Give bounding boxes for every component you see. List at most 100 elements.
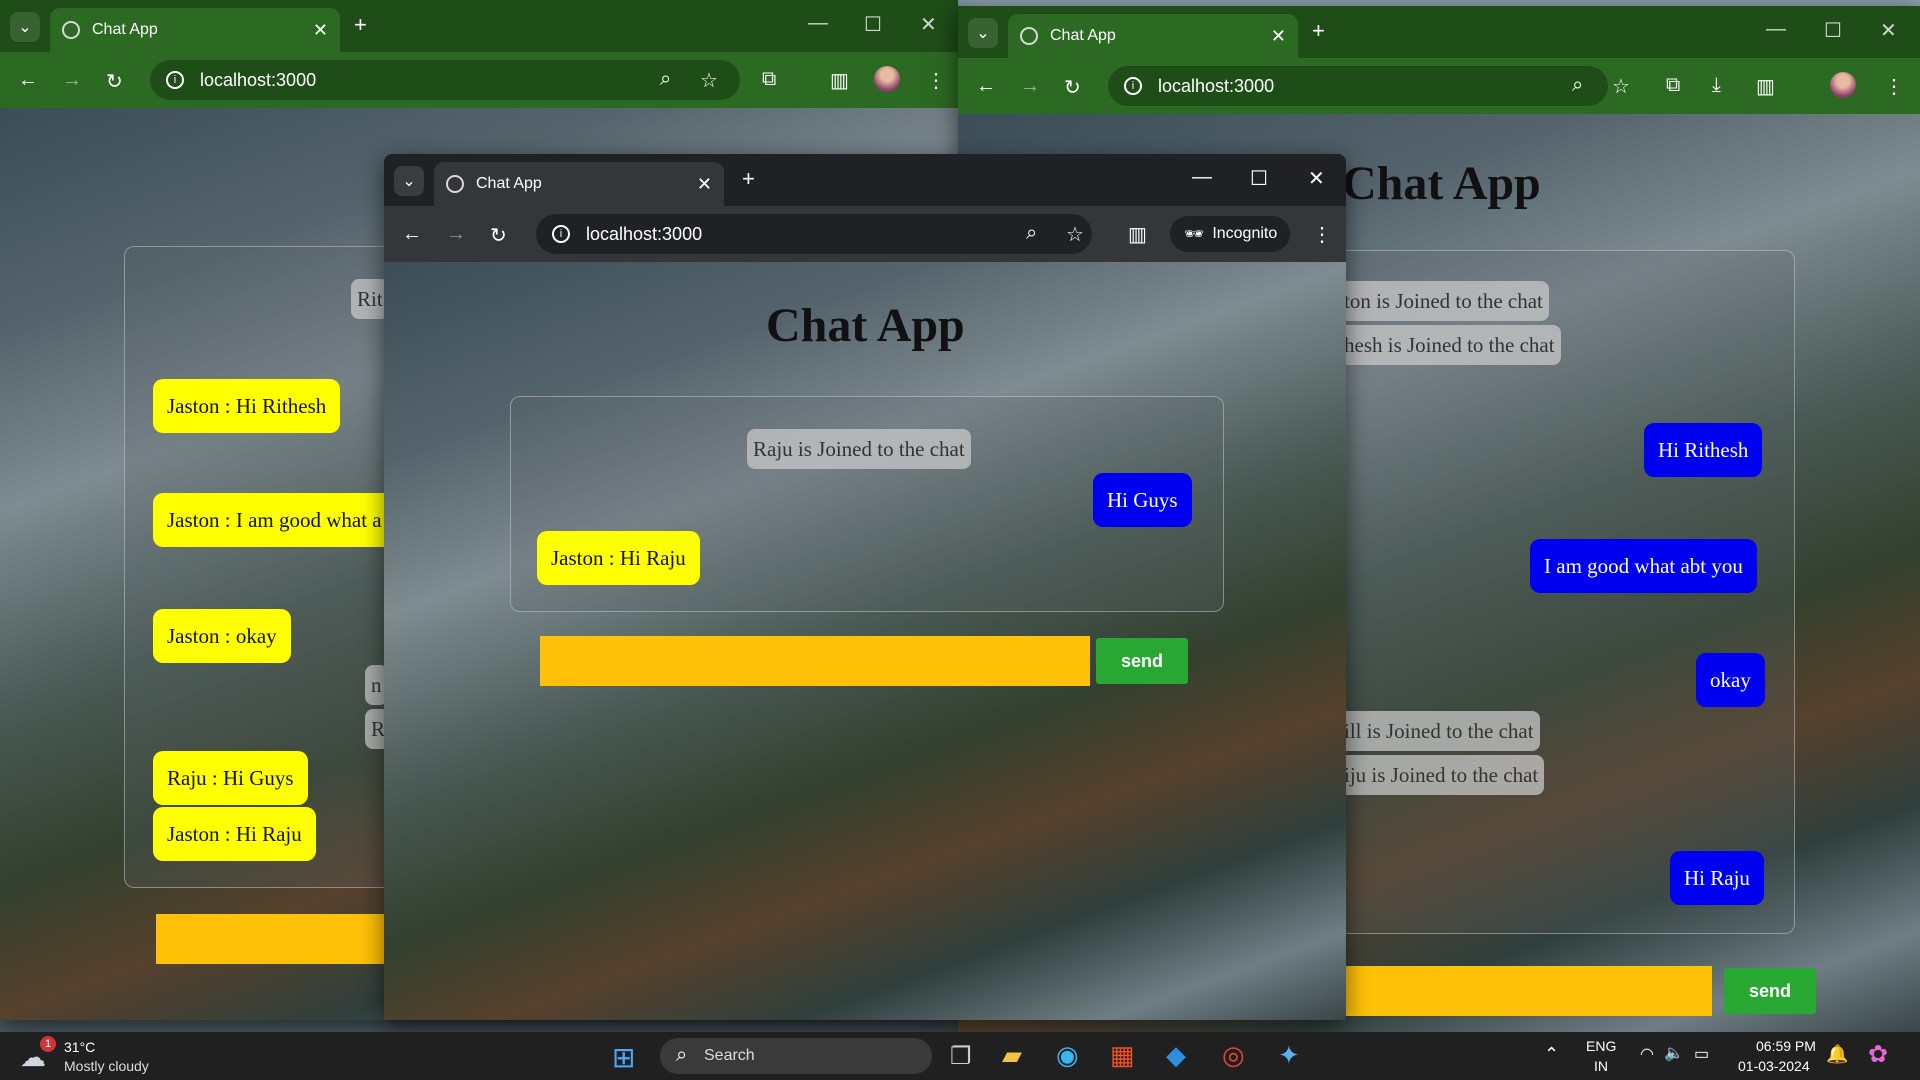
extensions-icon[interactable]: ⧉ — [762, 68, 776, 91]
battery-icon[interactable]: ▭ — [1694, 1044, 1709, 1064]
start-icon[interactable]: ⊞ — [612, 1041, 635, 1074]
address-bar[interactable]: i localhost:3000 — [150, 60, 740, 100]
reload-icon[interactable]: ↻ — [106, 69, 123, 94]
weather-widget[interactable]: ☁ 1 31°C Mostly cloudy — [20, 1036, 170, 1076]
bookmark-star-icon[interactable]: ☆ — [1612, 74, 1630, 99]
page-title: Chat App — [1342, 157, 1541, 210]
site-info-icon[interactable]: i — [1124, 77, 1142, 95]
bookmark-star-icon[interactable]: ☆ — [700, 68, 718, 93]
profile-avatar[interactable] — [1830, 72, 1856, 98]
close-tab-icon[interactable]: ✕ — [1271, 26, 1286, 47]
reload-icon[interactable]: ↻ — [490, 223, 507, 248]
taskbar-search[interactable]: ⌕ Search — [660, 1038, 932, 1074]
toolbar: ← → ↻ i localhost:3000 ⌕ ☆ ▥ 🕶 Incognito… — [384, 206, 1346, 262]
close-tab-icon[interactable]: ✕ — [697, 174, 712, 195]
clock-date[interactable]: 01-03-2024 — [1738, 1058, 1810, 1074]
site-info-icon[interactable]: i — [166, 71, 184, 89]
back-icon[interactable]: ← — [18, 69, 38, 92]
incognito-badge[interactable]: 🕶 Incognito — [1170, 216, 1290, 252]
side-panel-icon[interactable]: ▥ — [1756, 74, 1775, 99]
extensions-icon[interactable]: ⧉ — [1666, 74, 1680, 97]
forward-icon[interactable]: → — [446, 223, 466, 246]
close-window-button[interactable]: ✕ — [1308, 166, 1325, 191]
weather-desc: Mostly cloudy — [64, 1058, 149, 1074]
new-tab-button[interactable]: + — [742, 166, 755, 192]
close-window-button[interactable]: ✕ — [1880, 18, 1897, 43]
clock-time[interactable]: 06:59 PM — [1756, 1038, 1816, 1054]
address-bar[interactable]: i localhost:3000 — [1108, 66, 1608, 106]
copilot-icon[interactable]: ✿ — [1868, 1040, 1888, 1069]
new-tab-button[interactable]: + — [1312, 18, 1325, 44]
volume-icon[interactable]: 🔈 — [1664, 1043, 1684, 1063]
file-explorer-icon[interactable]: ▰ — [1002, 1040, 1022, 1071]
menu-icon[interactable]: ⋮ — [926, 68, 946, 93]
profile-avatar[interactable] — [874, 66, 900, 92]
maximize-button[interactable]: ☐ — [1824, 18, 1842, 43]
tab-search-button[interactable]: ⌄ — [10, 12, 40, 42]
tab-search-button[interactable]: ⌄ — [394, 166, 424, 196]
globe-icon — [446, 175, 464, 193]
browser-window-incognito: ⌄ Chat App ✕ + — ☐ ✕ ← → ↻ i localhost:3… — [384, 154, 1346, 1020]
tab-title: Chat App — [92, 21, 158, 38]
message-bubble: Jaston : okay — [153, 609, 291, 663]
back-icon[interactable]: ← — [402, 223, 422, 246]
title-bar: ⌄ Chat App ✕ + — ☐ ✕ — [0, 0, 958, 52]
language-bottom[interactable]: IN — [1594, 1058, 1608, 1074]
side-panel-icon[interactable]: ▥ — [830, 68, 849, 93]
minimize-button[interactable]: — — [808, 12, 828, 35]
browser-tab[interactable]: Chat App ✕ — [1008, 14, 1298, 58]
forward-icon[interactable]: → — [1020, 75, 1040, 98]
weather-badge: 1 — [40, 1036, 56, 1052]
address-bar[interactable]: i localhost:3000 — [536, 214, 1092, 254]
close-tab-icon[interactable]: ✕ — [313, 20, 328, 41]
page-title: Chat App — [766, 299, 965, 352]
minimize-button[interactable]: — — [1766, 18, 1786, 41]
browser-tab[interactable]: Chat App ✕ — [434, 162, 724, 206]
tab-search-button[interactable]: ⌄ — [968, 18, 998, 48]
maximize-button[interactable]: ☐ — [1250, 166, 1268, 191]
menu-icon[interactable]: ⋮ — [1312, 222, 1332, 247]
new-tab-button[interactable]: + — [354, 12, 367, 38]
edge-icon[interactable]: ◉ — [1056, 1040, 1079, 1071]
store-icon[interactable]: ▦ — [1110, 1040, 1135, 1071]
minimize-button[interactable]: — — [1192, 166, 1212, 189]
task-view-icon[interactable]: ❐ — [950, 1042, 972, 1071]
close-window-button[interactable]: ✕ — [920, 12, 937, 37]
side-panel-icon[interactable]: ▥ — [1128, 222, 1147, 247]
page-content: Chat App Raju is Joined to the chat Hi G… — [384, 262, 1346, 1020]
chrome-icon[interactable]: ◎ — [1222, 1040, 1245, 1071]
url-text: localhost:3000 — [200, 69, 317, 90]
message-bubble: I am good what abt you — [1530, 539, 1757, 593]
menu-icon[interactable]: ⋮ — [1884, 74, 1904, 99]
chevron-up-icon[interactable]: ⌃ — [1544, 1044, 1559, 1065]
title-bar: ⌄ Chat App ✕ + — ☐ ✕ — [958, 6, 1920, 58]
message-bubble: ton is Joined to the chat — [1338, 281, 1549, 321]
message-bubble: Raju : Hi Guys — [153, 751, 308, 805]
message-bubble: hesh is Joined to the chat — [1338, 325, 1561, 365]
title-bar: ⌄ Chat App ✕ + — ☐ ✕ — [384, 154, 1346, 206]
site-info-icon[interactable]: i — [552, 225, 570, 243]
send-button[interactable]: send — [1724, 968, 1816, 1014]
notification-bell-icon[interactable]: 🔔 — [1826, 1044, 1848, 1065]
globe-icon — [1020, 27, 1038, 45]
browser-tab[interactable]: Chat App ✕ — [50, 8, 340, 52]
language-top[interactable]: ENG — [1586, 1038, 1616, 1054]
back-icon[interactable]: ← — [976, 75, 996, 98]
reload-icon[interactable]: ↻ — [1064, 75, 1081, 100]
zoom-icon[interactable]: ⌕ — [660, 68, 671, 91]
download-icon[interactable]: ⤓ — [1712, 74, 1721, 97]
message-input[interactable] — [540, 636, 1090, 686]
toolbar: ← → ↻ i localhost:3000 ⌕ ☆ ⧉ ▥ ⋮ — [0, 52, 958, 108]
message-bubble: iju is Joined to the chat — [1338, 755, 1545, 795]
zoom-icon[interactable]: ⌕ — [1026, 222, 1037, 245]
search-icon: ⌕ — [676, 1044, 688, 1066]
send-button[interactable]: send — [1096, 638, 1188, 684]
forward-icon[interactable]: → — [62, 69, 82, 92]
maximize-button[interactable]: ☐ — [864, 12, 882, 37]
zoom-icon[interactable]: ⌕ — [1572, 74, 1583, 97]
message-bubble: Jaston : Hi Rithesh — [153, 379, 341, 433]
wifi-icon[interactable]: ◠ — [1640, 1044, 1654, 1064]
app-icon[interactable]: ✦ — [1278, 1040, 1300, 1071]
bookmark-star-icon[interactable]: ☆ — [1066, 222, 1084, 247]
vscode-icon[interactable]: ◆ — [1166, 1040, 1186, 1071]
